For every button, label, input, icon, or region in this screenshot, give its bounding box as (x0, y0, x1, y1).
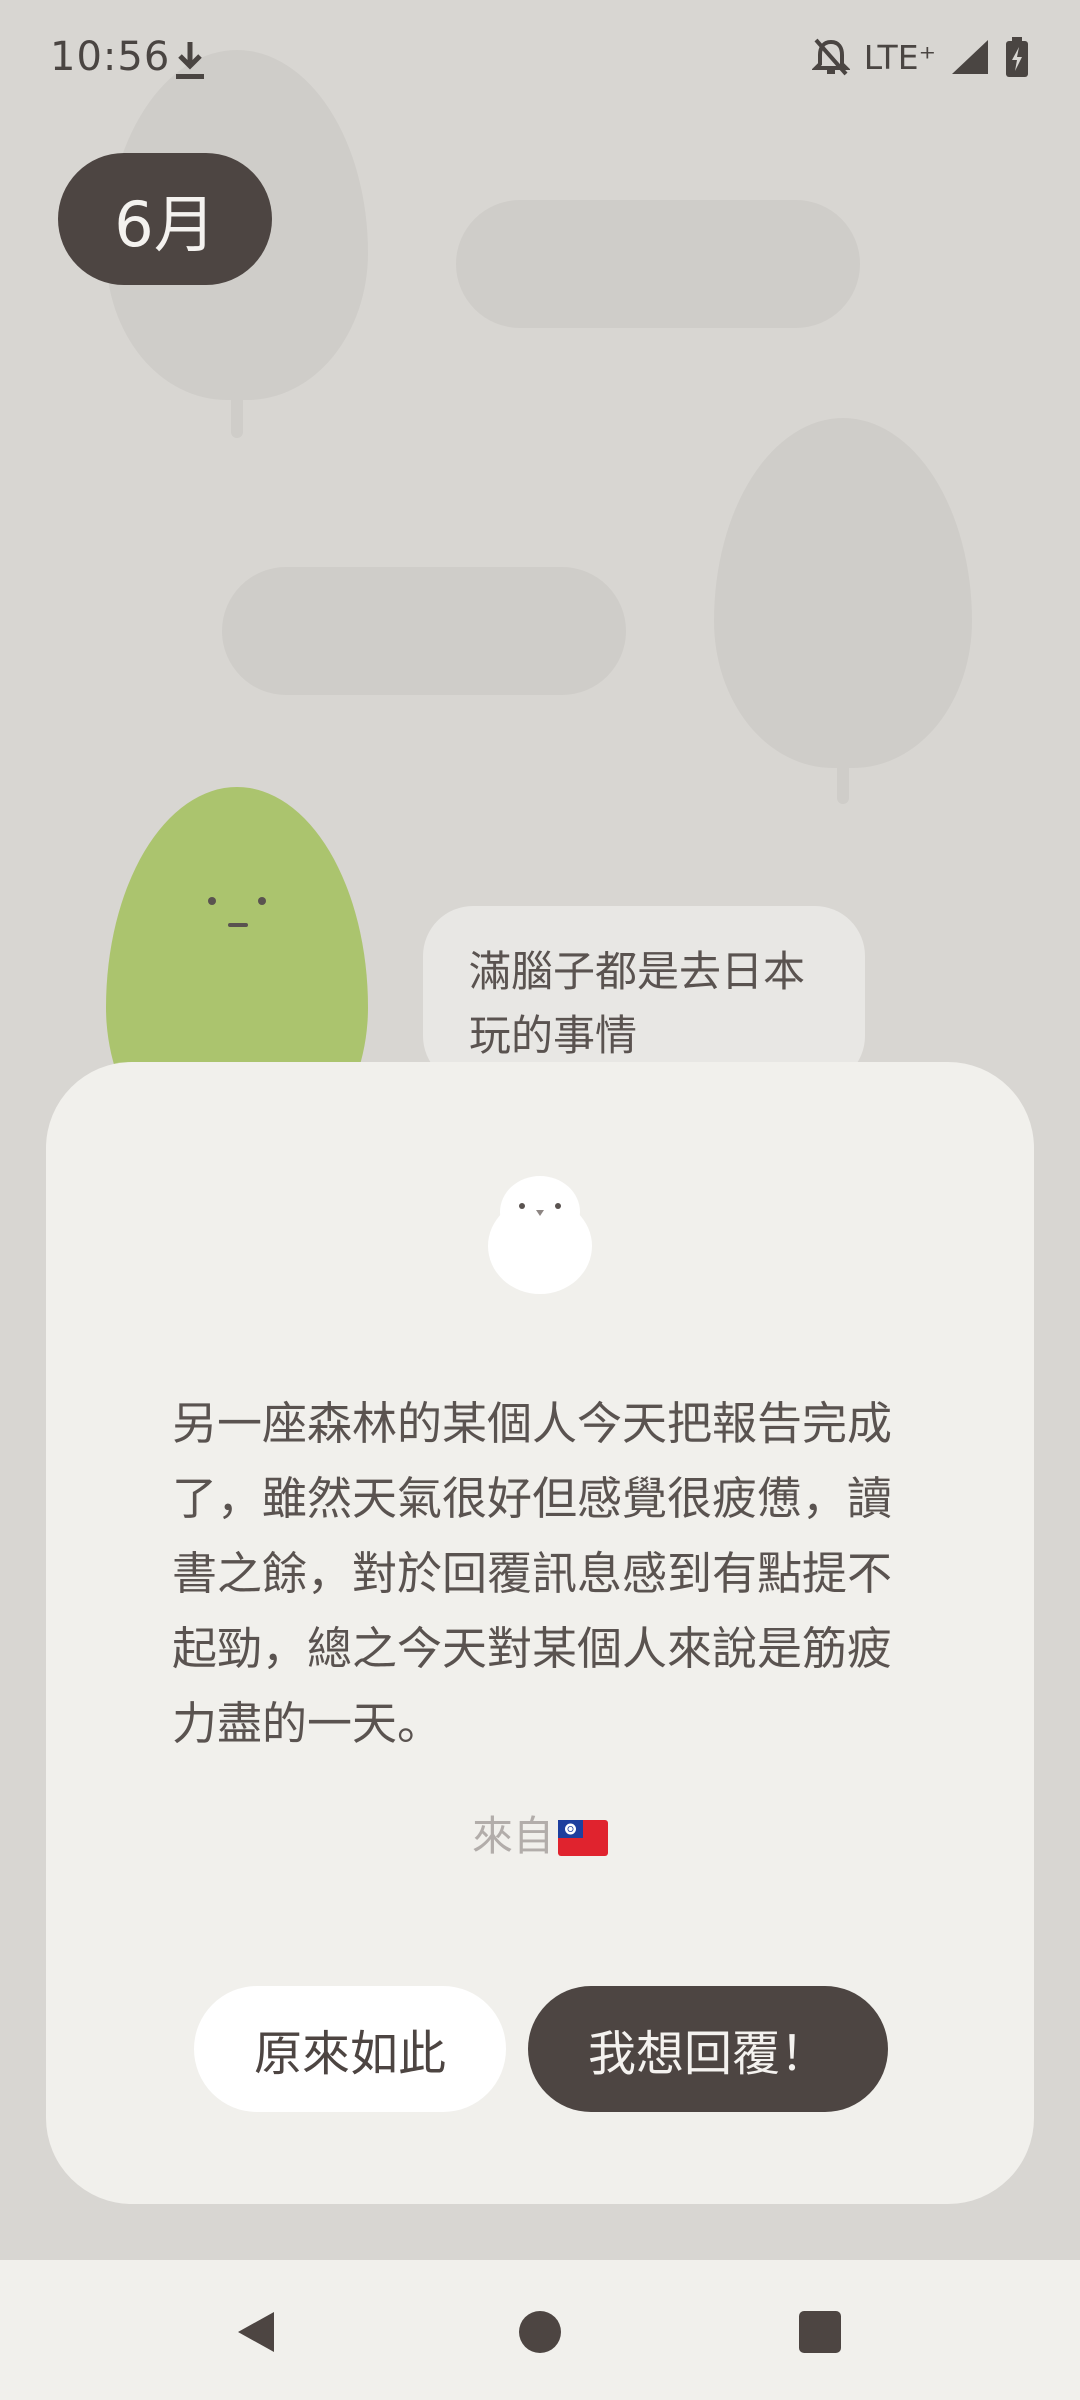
background-tree-shape (714, 418, 972, 768)
speech-bubble[interactable]: 滿腦子都是去日本玩的事情 (423, 906, 865, 1086)
from-label: 來自 (472, 1812, 554, 1860)
background-tree-stem (231, 392, 243, 438)
character-face-icon (208, 897, 266, 927)
background-cloud-shape (222, 567, 626, 695)
download-icon (172, 40, 208, 82)
signal-icon (950, 38, 990, 76)
battery-charging-icon (1004, 36, 1030, 78)
home-icon[interactable] (516, 2308, 564, 2356)
status-time: 10:56 (50, 34, 171, 80)
month-selector[interactable]: 6月 (58, 153, 272, 285)
back-icon[interactable] (232, 2308, 280, 2356)
navigation-bar (0, 2260, 1080, 2400)
background-tree-stem (837, 762, 849, 804)
white-bird-icon (488, 1176, 592, 1294)
from-row: 來自 (46, 1802, 1034, 1866)
message-dialog: 另一座森林的某個人今天把報告完成了，雖然天氣很好但感覺很疲憊，讀書之餘，對於回覆… (46, 1062, 1034, 2204)
ok-button[interactable]: 原來如此 (194, 1986, 506, 2112)
recents-icon[interactable] (796, 2308, 844, 2356)
flag-taiwan-icon (558, 1818, 608, 1866)
status-bar: 10:56 LTE⁺ (0, 0, 1080, 120)
reply-button[interactable]: 我想回覆！ (528, 1986, 888, 2112)
dialog-message: 另一座森林的某個人今天把報告完成了，雖然天氣很好但感覺很疲憊，讀書之餘，對於回覆… (172, 1397, 893, 1750)
network-type: LTE⁺ (863, 37, 936, 77)
bell-off-icon (811, 37, 850, 77)
background-cloud-shape (456, 200, 860, 328)
